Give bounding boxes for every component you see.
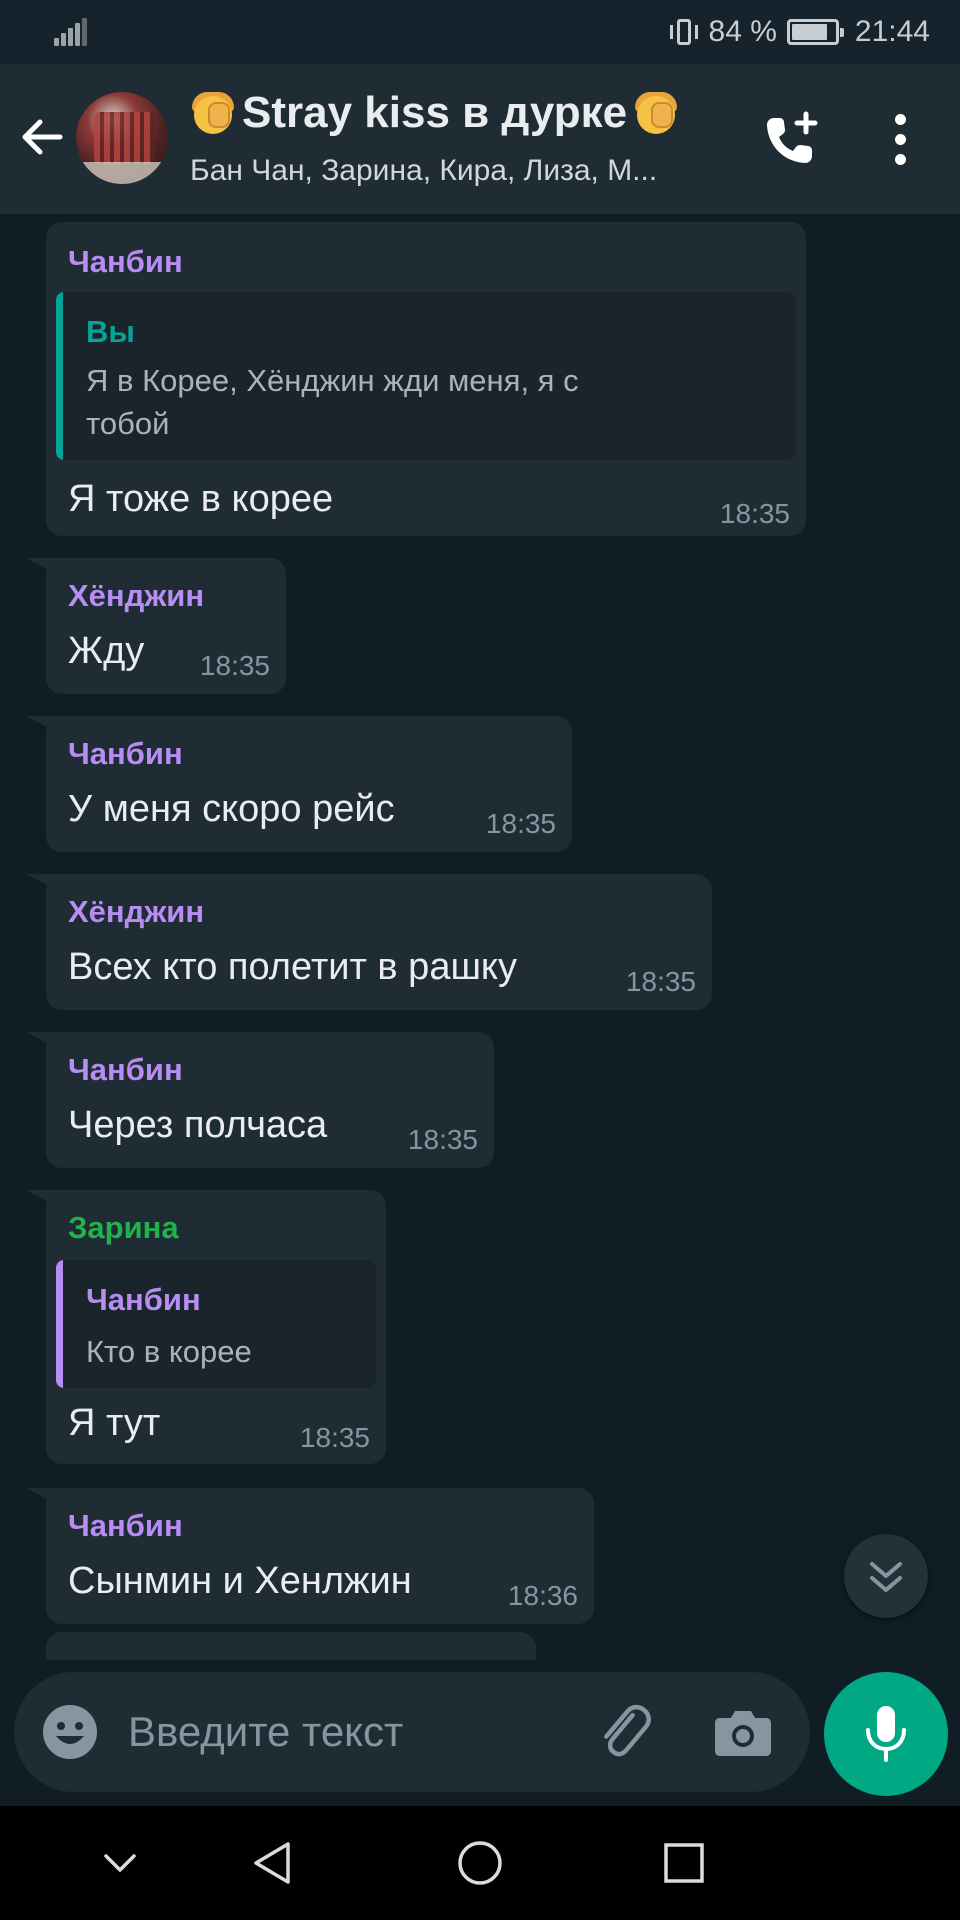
message-bubble[interactable]: Зарина Чанбин Кто в корее Я тут 18:35: [46, 1190, 386, 1464]
back-arrow-icon[interactable]: [18, 112, 68, 162]
system-nav-bar: [0, 1806, 960, 1920]
quoted-text: тобой: [86, 406, 170, 441]
signal-icon: [54, 18, 87, 46]
message-time: 18:36: [507, 1580, 578, 1611]
message-text: Через полчаса: [68, 1104, 328, 1146]
facepalm-emoji: [633, 90, 679, 136]
message-bubble[interactable]: Хёнджин Жду 18:35: [46, 558, 286, 694]
camera-icon[interactable]: [714, 1706, 772, 1758]
message-time: 18:35: [199, 650, 270, 681]
message-time: 18:35: [719, 498, 790, 529]
message-text: Сынмин и Хенлжин: [68, 1560, 412, 1602]
scroll-down-button[interactable]: [844, 1534, 928, 1618]
status-bar: 84 % 21:44: [0, 0, 960, 64]
battery-icon: [786, 19, 844, 45]
message-bubble[interactable]: Чанбин У меня скоро рейс 18:35: [46, 716, 572, 852]
home-nav-icon[interactable]: [456, 1839, 504, 1887]
message-input[interactable]: [128, 1704, 488, 1760]
quoted-text: Я в Корее, Хёнджин жди меня, я с: [86, 363, 579, 398]
collapse-icon[interactable]: [100, 1843, 140, 1883]
scroll-down-icon: [870, 1562, 902, 1592]
back-nav-icon[interactable]: [250, 1839, 298, 1887]
message-time: 18:35: [485, 808, 556, 839]
message-sender: Чанбин: [68, 1052, 183, 1087]
quoted-message[interactable]: Вы Я в Корее, Хёнджин жди меня, я с тобо…: [56, 292, 796, 460]
message-text: Всех кто полетит в рашку: [68, 946, 517, 988]
message-bubble[interactable]: Чанбин Сынмин и Хенлжин 18:36: [46, 1488, 594, 1624]
message-bubble[interactable]: Чанбин Через полчаса 18:35: [46, 1032, 494, 1168]
quoted-text: Кто в корее: [86, 1334, 252, 1369]
message-text: Я тут: [68, 1402, 161, 1444]
quoted-message[interactable]: Чанбин Кто в корее: [56, 1260, 376, 1388]
message-bubble[interactable]: Хёнджин Всех кто полетит в рашку 18:35: [46, 874, 712, 1010]
chat-participants[interactable]: Бан Чан, Зарина, Кира, Лиза, М...: [190, 154, 657, 188]
mic-icon: [866, 1706, 906, 1762]
vibrate-icon: [669, 17, 699, 47]
add-call-icon[interactable]: [760, 110, 820, 170]
message-bubble[interactable]: Чанбин Вы Я в Корее, Хёнджин жди меня, я…: [46, 222, 806, 536]
message-bubble-partial[interactable]: [46, 1632, 536, 1660]
chat-title[interactable]: Stray kiss в дурке: [190, 88, 679, 138]
message-list[interactable]: Чанбин Вы Я в Корее, Хёнджин жди меня, я…: [0, 214, 960, 1660]
message-text: Жду: [68, 630, 145, 672]
attach-icon[interactable]: [594, 1702, 654, 1762]
battery-percent: 84 %: [708, 15, 777, 48]
message-sender: Чанбин: [68, 736, 183, 771]
voice-message-button[interactable]: [824, 1672, 948, 1796]
message-time: 18:35: [407, 1124, 478, 1155]
message-sender: Чанбин: [68, 244, 183, 279]
recents-nav-icon[interactable]: [660, 1839, 708, 1887]
message-text: У меня скоро рейс: [68, 788, 395, 830]
message-time: 18:35: [625, 966, 696, 997]
message-sender: Чанбин: [68, 1508, 183, 1543]
message-sender: Хёнджин: [68, 894, 205, 929]
clock: 21:44: [854, 15, 930, 48]
quoted-sender: Вы: [86, 314, 135, 349]
chat-header: Stray kiss в дурке Бан Чан, Зарина, Кира…: [0, 64, 960, 214]
group-avatar[interactable]: [76, 92, 168, 184]
more-vert-icon[interactable]: [885, 114, 915, 166]
facepalm-emoji: [190, 90, 236, 136]
message-sender: Хёнджин: [68, 578, 205, 613]
message-text: Я тоже в корее: [68, 478, 334, 520]
quoted-sender: Чанбин: [86, 1282, 201, 1317]
message-time: 18:35: [299, 1422, 370, 1453]
message-sender: Зарина: [68, 1210, 179, 1245]
message-composer: [14, 1672, 810, 1792]
emoji-icon[interactable]: [42, 1704, 98, 1760]
